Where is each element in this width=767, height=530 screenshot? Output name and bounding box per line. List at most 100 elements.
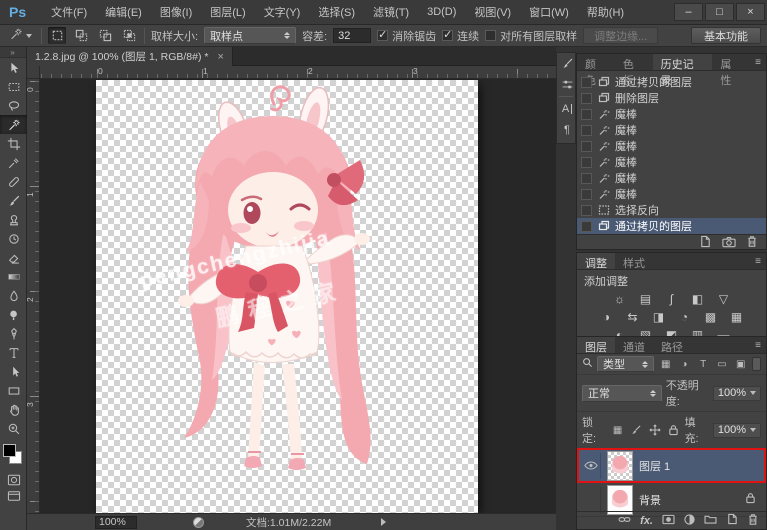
spot-healing-brush-tool[interactable] xyxy=(0,172,27,191)
history-step[interactable]: 魔棒 xyxy=(577,106,766,122)
tab-paths[interactable]: 路径 xyxy=(653,337,691,354)
black-white-icon[interactable]: ◨ xyxy=(649,310,669,324)
panel-menu-icon[interactable]: ≡ xyxy=(750,253,766,269)
blend-mode-dropdown[interactable]: 正常 xyxy=(582,384,662,402)
new-layer-icon[interactable] xyxy=(726,513,738,528)
menu-view[interactable]: 视图(V) xyxy=(465,0,520,24)
new-selection-button[interactable] xyxy=(48,27,66,44)
history-step[interactable]: 魔棒 xyxy=(577,122,766,138)
photo-filter-icon[interactable]: ◔ xyxy=(675,310,695,324)
menu-edit[interactable]: 编辑(E) xyxy=(96,0,151,24)
tab-adjustments[interactable]: 调整 xyxy=(577,253,615,270)
levels-icon[interactable]: ▤ xyxy=(636,292,656,306)
foreground-color-swatch[interactable] xyxy=(3,444,16,457)
pen-tool[interactable] xyxy=(0,324,27,343)
brightness-contrast-icon[interactable]: ☼ xyxy=(610,292,630,306)
tab-layers[interactable]: 图层 xyxy=(577,337,615,354)
antialias-checkbox[interactable]: 消除锯齿 xyxy=(377,28,436,44)
menu-filter[interactable]: 滤镜(T) xyxy=(364,0,418,24)
tool-preset-picker[interactable] xyxy=(6,26,35,45)
rectangular-marquee-tool[interactable] xyxy=(0,77,27,96)
tab-history[interactable]: 历史记录 xyxy=(652,54,713,87)
subtract-from-selection-button[interactable] xyxy=(96,27,114,44)
menu-layer[interactable]: 图层(L) xyxy=(201,0,254,24)
filter-adjustment-layers-icon[interactable]: ◑ xyxy=(677,357,692,372)
filter-smart-objects-icon[interactable]: ▣ xyxy=(733,357,748,372)
hue-saturation-icon[interactable]: ◑ xyxy=(597,310,617,324)
color-lookup-icon[interactable]: ▦ xyxy=(727,310,747,324)
exposure-icon[interactable]: ◧ xyxy=(688,292,708,306)
layer-name[interactable]: 背景 xyxy=(639,492,661,508)
vertical-ruler[interactable]: 0 1 2 3 xyxy=(27,79,40,513)
smudge-tool[interactable] xyxy=(0,286,27,305)
contiguous-checkbox[interactable]: 连续 xyxy=(442,28,479,44)
brush-presets-panel-icon[interactable] xyxy=(557,53,577,74)
history-source-well[interactable] xyxy=(581,172,592,184)
filter-kind-dropdown[interactable]: 类型 xyxy=(597,356,655,372)
tab-properties[interactable]: 属性 xyxy=(712,54,750,87)
history-step[interactable]: 魔棒 xyxy=(577,170,766,186)
layer-row-layer-1[interactable]: 图层 1 xyxy=(577,448,766,483)
refine-edge-button[interactable]: 调整边缘... xyxy=(583,27,659,44)
history-source-well[interactable] xyxy=(581,204,592,216)
panel-menu-icon[interactable]: ≡ xyxy=(750,54,766,70)
panel-menu-icon[interactable]: ≡ xyxy=(750,337,766,353)
status-popup-arrow-icon[interactable] xyxy=(381,518,387,526)
filter-pixel-layers-icon[interactable]: ▦ xyxy=(658,357,673,372)
close-button[interactable]: × xyxy=(736,3,765,21)
menu-type[interactable]: 文字(Y) xyxy=(255,0,310,24)
horizontal-ruler[interactable]: 0 1 2 3 xyxy=(40,66,556,79)
delete-trash-icon[interactable] xyxy=(746,235,758,251)
delete-layer-trash-icon[interactable] xyxy=(747,513,759,529)
tab-swatches[interactable]: 色板 xyxy=(615,54,653,87)
history-source-well[interactable] xyxy=(581,124,592,136)
curves-icon[interactable]: ∫ xyxy=(662,292,682,306)
document-tab[interactable]: 1.2.8.jpg @ 100% (图层 1, RGB/8#) * × xyxy=(27,47,233,66)
lock-pixels-icon[interactable] xyxy=(629,423,644,438)
fill-field[interactable]: 100% xyxy=(712,422,762,438)
opacity-field[interactable]: 100% xyxy=(712,385,761,401)
history-source-well[interactable] xyxy=(581,188,592,200)
lock-transparency-icon[interactable]: ▦ xyxy=(610,423,625,438)
history-source-well[interactable] xyxy=(581,108,592,120)
menu-image[interactable]: 图像(I) xyxy=(151,0,201,24)
new-adjustment-layer-icon[interactable] xyxy=(684,513,695,528)
tolerance-input[interactable]: 32 xyxy=(333,28,372,43)
channel-mixer-icon[interactable]: ▩ xyxy=(701,310,721,324)
menu-file[interactable]: 文件(F) xyxy=(42,0,96,24)
toolbar-collapse-button[interactable]: » xyxy=(0,47,26,58)
filter-type-layers-icon[interactable]: T xyxy=(696,357,711,372)
history-step[interactable]: 魔棒 xyxy=(577,138,766,154)
gradient-tool[interactable] xyxy=(0,267,27,286)
clone-source-panel-icon[interactable] xyxy=(557,74,577,95)
quick-mask-button[interactable] xyxy=(0,472,27,488)
lock-all-icon[interactable] xyxy=(666,423,681,438)
path-selection-tool[interactable] xyxy=(0,362,27,381)
tab-color[interactable]: 颜色 xyxy=(577,54,615,87)
hand-tool[interactable] xyxy=(0,400,27,419)
clone-stamp-tool[interactable] xyxy=(0,210,27,229)
layer-style-fx-icon[interactable]: fx. xyxy=(640,515,653,527)
eraser-tool[interactable] xyxy=(0,248,27,267)
vibrance-icon[interactable]: ▽ xyxy=(714,292,734,306)
history-source-well[interactable] xyxy=(581,156,592,168)
sample-size-dropdown[interactable]: 取样点 xyxy=(204,27,297,44)
layer-filter-toggle[interactable] xyxy=(752,357,761,371)
lasso-tool[interactable] xyxy=(0,96,27,115)
screen-mode-button[interactable] xyxy=(0,488,27,504)
history-source-well[interactable] xyxy=(581,92,592,104)
tab-channels[interactable]: 通道 xyxy=(615,337,653,354)
eyedropper-tool[interactable] xyxy=(0,153,27,172)
character-panel-icon[interactable]: A xyxy=(557,98,577,119)
canvas-document[interactable]: pengchengzhijia 鹏程之家 xyxy=(96,80,478,513)
history-brush-tool[interactable] xyxy=(0,229,27,248)
filter-shape-layers-icon[interactable]: ▭ xyxy=(715,357,730,372)
sample-all-layers-checkbox[interactable]: 对所有图层取样 xyxy=(485,28,577,44)
ruler-origin[interactable] xyxy=(27,66,40,79)
link-layers-icon[interactable] xyxy=(618,515,631,527)
tab-close-icon[interactable]: × xyxy=(218,51,224,63)
visibility-toggle-off[interactable] xyxy=(581,486,601,513)
history-source-well[interactable] xyxy=(581,220,592,232)
paragraph-panel-icon[interactable]: ¶ xyxy=(557,119,577,140)
add-to-selection-button[interactable] xyxy=(72,27,90,44)
